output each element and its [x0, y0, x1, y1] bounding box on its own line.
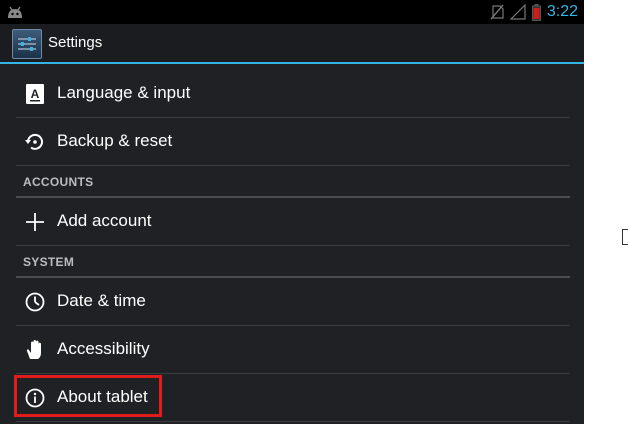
clock: 3:22: [546, 3, 578, 20]
section-header-label: ACCOUNTS: [23, 175, 94, 189]
no-sim-icon: [490, 4, 504, 20]
settings-item-add-account[interactable]: Add account: [16, 198, 570, 246]
settings-item-date-time[interactable]: Date & time: [16, 278, 570, 326]
android-icon: [8, 6, 22, 18]
settings-app-icon[interactable]: [12, 29, 42, 59]
settings-item-label: Add account: [57, 211, 152, 230]
language-icon: A: [26, 84, 44, 104]
status-bar: 3:22: [0, 0, 584, 24]
action-bar: Settings: [0, 24, 584, 64]
settings-item-label: Backup & reset: [57, 131, 173, 150]
page-title: Settings: [48, 34, 103, 51]
tablet-screen: 3:22 Settings A Language & input Backup …: [0, 0, 584, 424]
settings-item-backup-reset[interactable]: Backup & reset: [16, 118, 570, 166]
hand-icon: [26, 340, 41, 359]
section-header-system: SYSTEM: [16, 246, 570, 278]
settings-item-label: Accessibility: [57, 339, 150, 358]
battery-low-icon: [531, 3, 541, 21]
settings-item-language-input[interactable]: A Language & input: [16, 70, 570, 118]
settings-item-label: Language & input: [57, 83, 191, 102]
clock-icon: [25, 292, 45, 312]
screen-margin: [584, 0, 628, 424]
mouse-cursor: [622, 229, 628, 245]
signal-icon: [509, 4, 526, 20]
section-header-accounts: ACCOUNTS: [16, 166, 570, 198]
settings-item-accessibility[interactable]: Accessibility: [16, 326, 570, 374]
plus-icon: [26, 213, 44, 231]
svg-text:A: A: [31, 87, 40, 101]
highlight-box: [14, 375, 162, 417]
backup-reset-icon: [25, 133, 43, 150]
section-header-label: SYSTEM: [23, 255, 75, 269]
settings-item-label: Date & time: [57, 291, 146, 310]
